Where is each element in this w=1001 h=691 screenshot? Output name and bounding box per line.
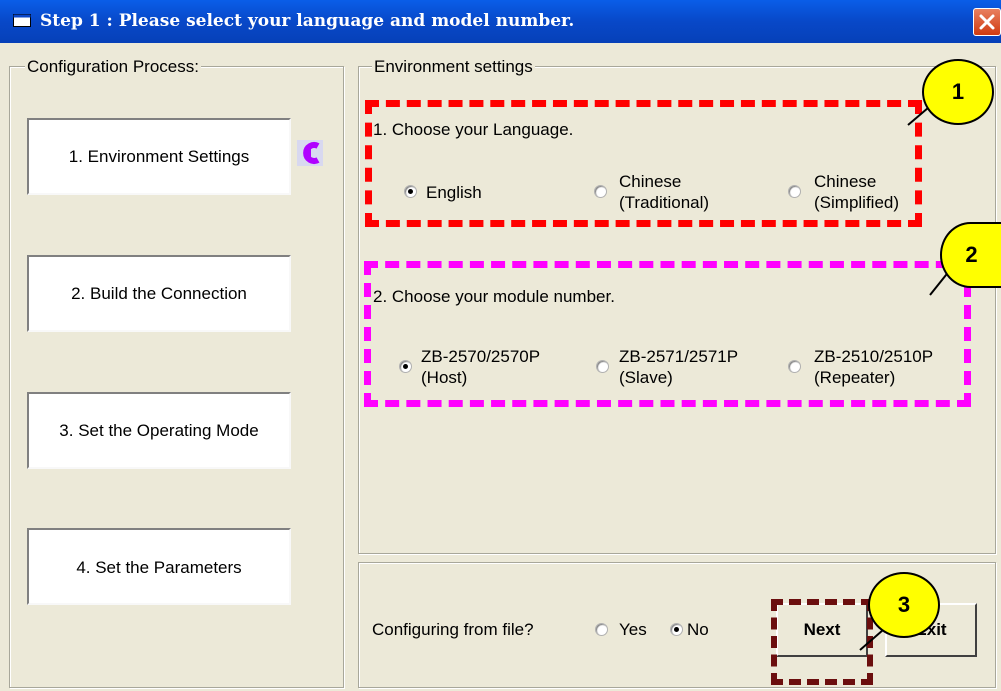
config-no-label[interactable]: No [687,620,709,640]
close-icon [979,14,995,30]
app-window-icon [13,14,31,27]
language-highlight-box [365,100,922,227]
step-label: 2. Build the Connection [71,283,247,303]
step-label: 3. Set the Operating Mode [59,420,259,440]
step-operating-mode[interactable]: 3. Set the Operating Mode [27,392,291,469]
configuration-process-label: Configuration Process: [25,57,201,77]
step-label: 1. Environment Settings [68,146,250,166]
config-no-radio[interactable] [670,623,683,636]
next-highlight-box [771,599,873,685]
close-button[interactable] [973,8,1001,36]
config-yes-label[interactable]: Yes [619,620,647,640]
title-bar: Step 1 : Please select your language and… [0,0,1001,43]
window-title: Step 1 : Please select your language and… [40,11,575,31]
config-from-file-question: Configuring from file? [372,620,534,639]
environment-settings-label: Environment settings [372,57,535,77]
callout-3: 3 [868,572,940,638]
step-parameters[interactable]: 4. Set the Parameters [27,528,291,605]
step-label: 4. Set the Parameters [76,558,242,577]
callout-1-number: 1 [951,79,965,104]
callout-2-number: 2 [965,242,978,267]
step-environment-settings[interactable]: 1. Environment Settings [27,118,291,195]
callout-1: 1 [922,59,994,125]
config-yes-radio[interactable] [595,623,608,636]
step-build-connection[interactable]: 2. Build the Connection [27,255,291,332]
callout-3-number: 3 [897,592,911,617]
module-highlight-box [364,261,971,407]
back-arrow-icon [297,140,323,166]
callout-2: 2 [940,222,1001,288]
